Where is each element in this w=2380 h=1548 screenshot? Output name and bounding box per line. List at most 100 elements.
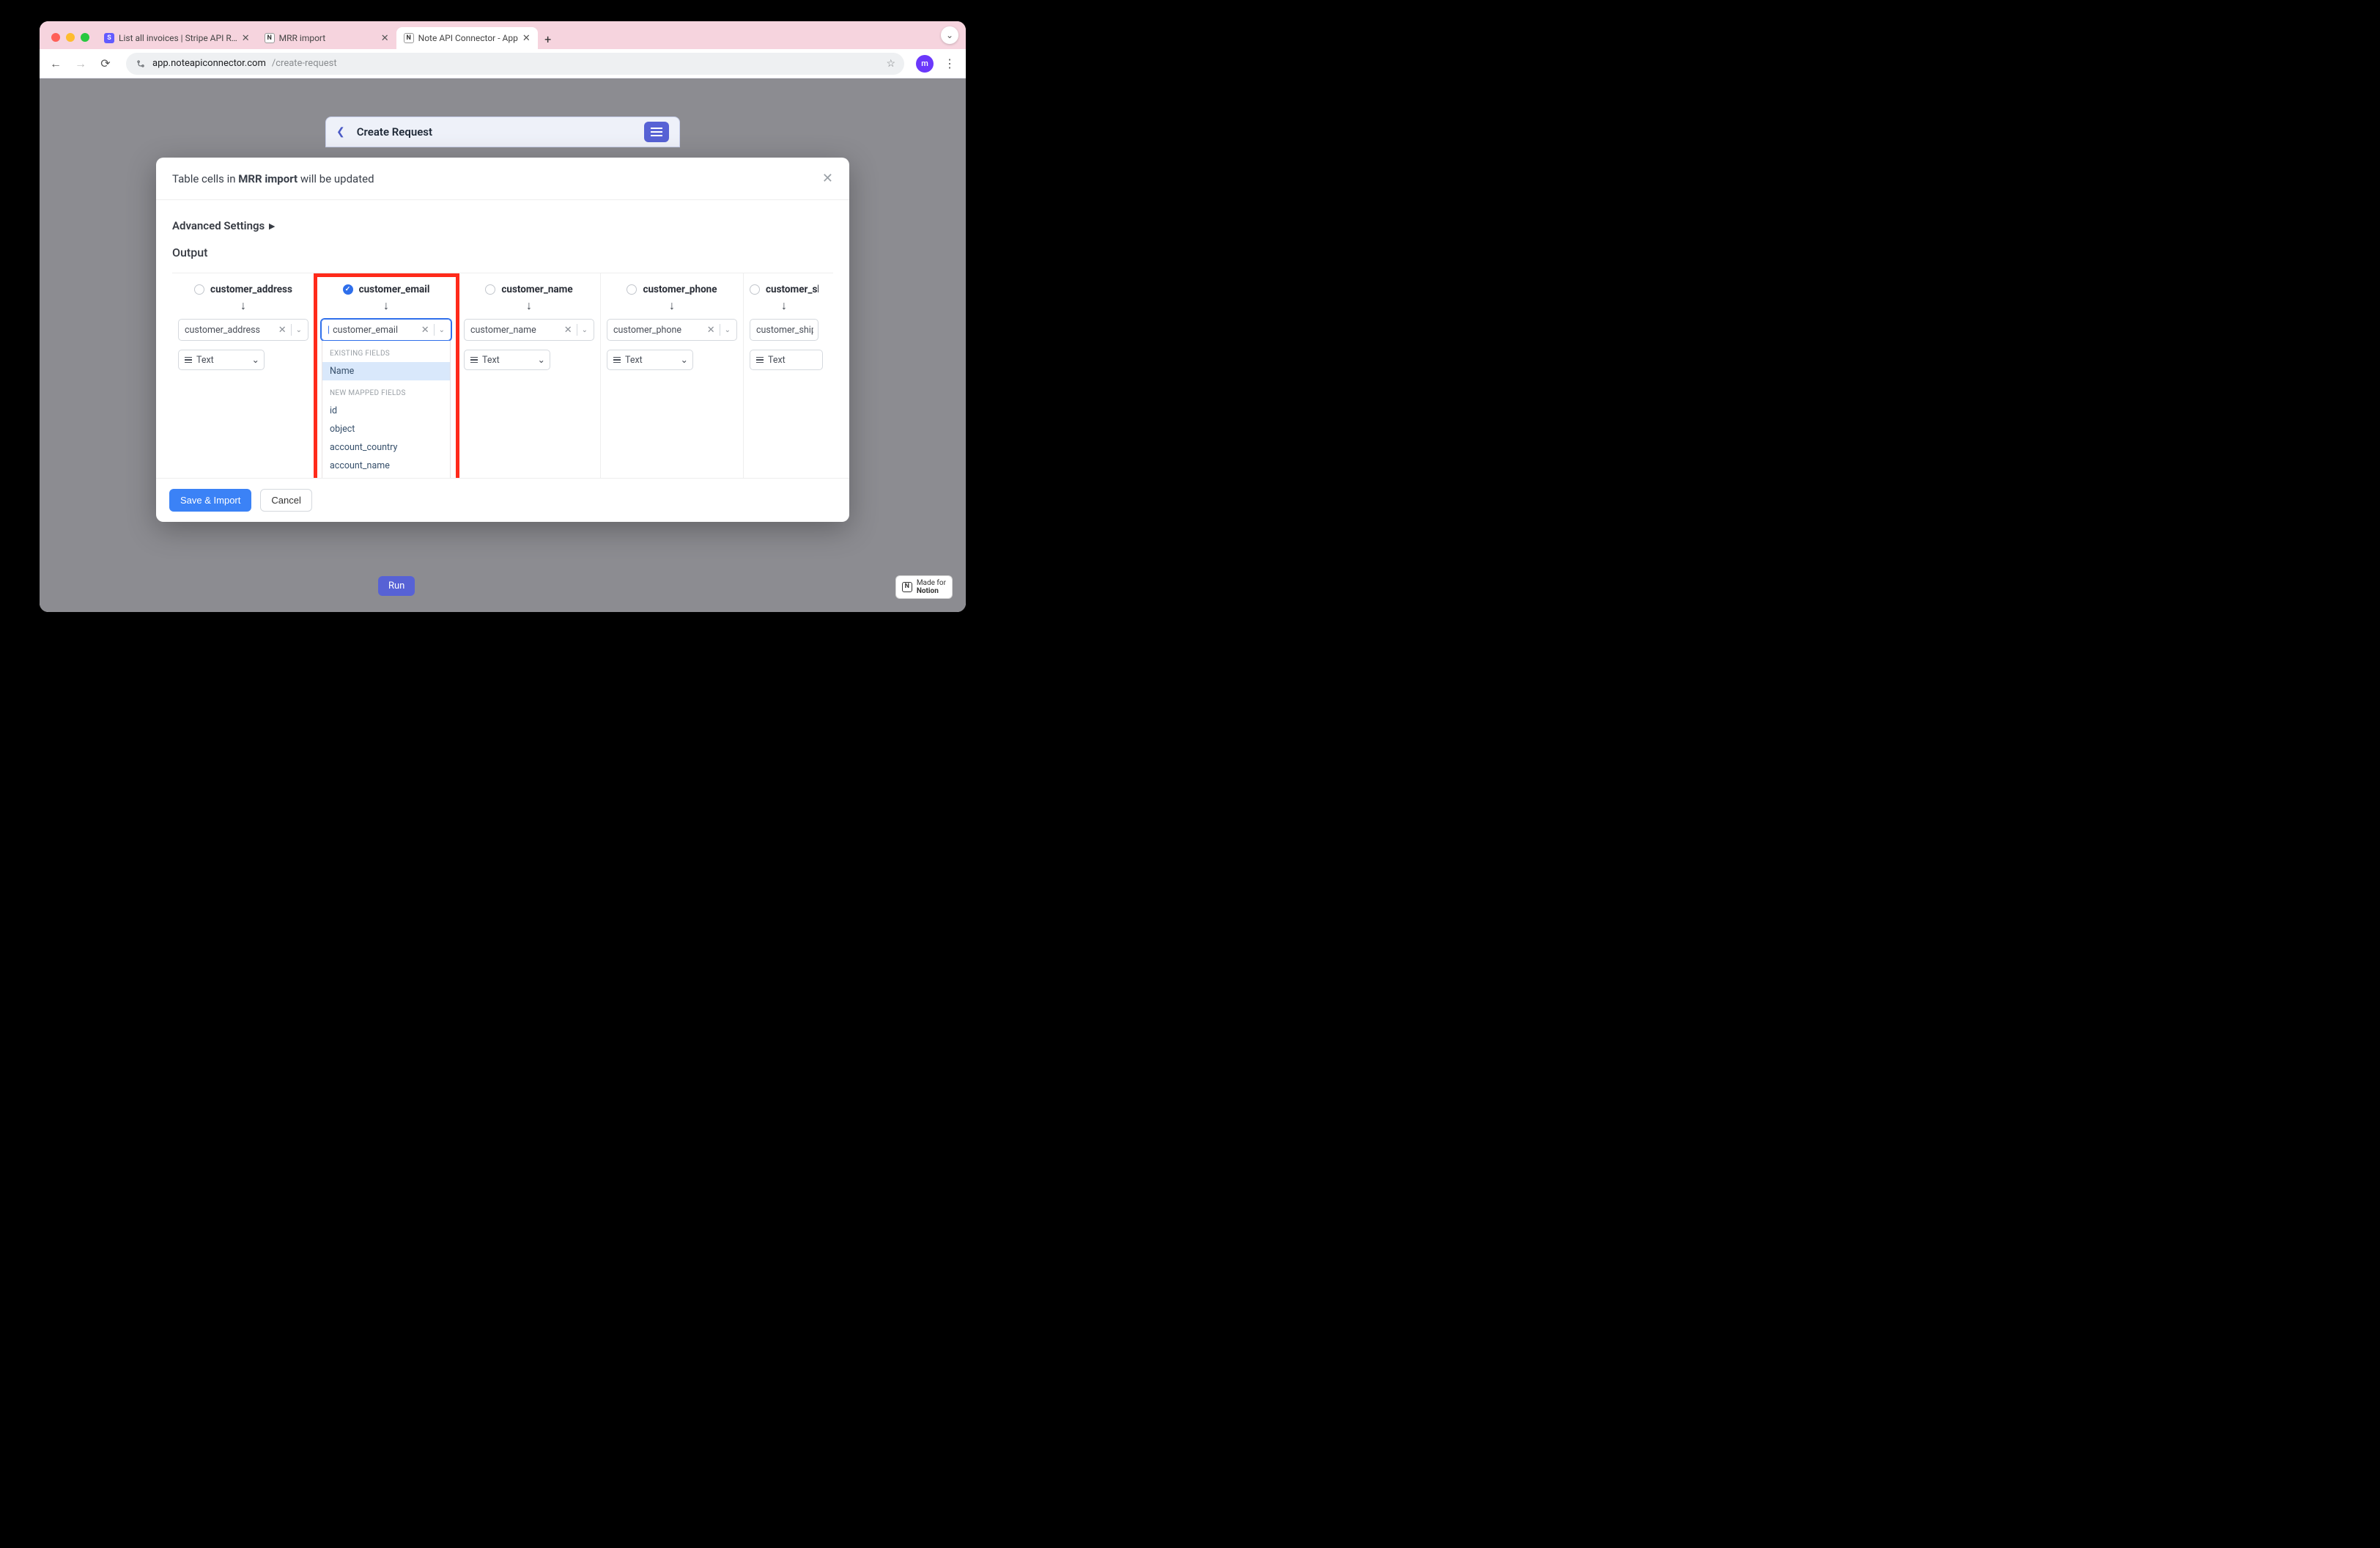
save-import-button[interactable]: Save & Import [169,489,251,512]
clear-icon[interactable]: ✕ [420,325,431,336]
column-customer-phone: customer_phone ↓ customer_phone ✕ ⌄ Text [601,273,744,478]
close-window[interactable] [51,33,60,42]
notion-icon: N [902,582,912,592]
column-checkbox[interactable] [194,284,204,295]
arrow-down-icon: ↓ [750,298,818,313]
clear-icon[interactable]: ✕ [563,325,574,336]
browser-tab-bar: S List all invoices | Stripe API R… ✕ N … [40,21,966,49]
column-name: customer_phone [643,284,717,295]
tab-title: Note API Connector - App [418,33,518,43]
text-type-icon [756,357,764,364]
app-surface: ❮ Create Request Run N Made forNotion Ta… [40,78,966,612]
dropdown-item[interactable]: account_tax_ids [322,475,450,478]
chevron-down-icon[interactable]: ⌄ [580,326,589,334]
column-checkbox[interactable] [485,284,495,295]
chevron-down-icon[interactable]: ⌄ [723,326,732,334]
forward-button[interactable]: → [72,56,89,71]
clear-icon[interactable]: ✕ [277,325,288,336]
field-dropdown: EXISTING FIELDS Name NEW MAPPED FIELDS i… [322,341,451,478]
column-checkbox[interactable] [627,284,637,295]
dropdown-item[interactable]: account_name [322,457,450,475]
chevron-down-icon[interactable]: ⌄ [252,354,259,366]
made-for-notion-badge[interactable]: N Made forNotion [895,575,953,599]
modal-title-suffix: will be updated [298,172,374,185]
dropdown-item-name[interactable]: Name [322,362,450,380]
tab-note-api-connector[interactable]: N Note API Connector - App ✕ [396,27,538,49]
url-path: /create-request [272,58,337,69]
text-type-icon [185,357,192,364]
tab-title: List all invoices | Stripe API R… [119,33,237,43]
chevron-right-icon: ▸ [269,219,275,232]
minimize-window[interactable] [66,33,75,42]
tab-overflow-button[interactable]: ⌄ [941,26,958,44]
column-checkbox[interactable] [343,284,353,295]
modal-header: Table cells in MRR import will be update… [156,158,849,200]
type-select[interactable]: Text [750,350,823,370]
arrow-down-icon: ↓ [607,298,737,313]
window-controls [47,33,97,49]
advanced-settings-toggle[interactable]: Advanced Settings ▸ [172,219,833,232]
output-label: Output [172,246,833,259]
field-select[interactable]: customer_address ✕ ⌄ [178,319,308,341]
page-header: ❮ Create Request [325,117,680,147]
dropdown-section-existing: EXISTING FIELDS [322,341,450,362]
page-title: Create Request [357,125,432,139]
arrow-down-icon: ↓ [178,298,308,313]
new-tab-button[interactable]: + [538,29,558,49]
close-modal-button[interactable]: ✕ [822,171,833,186]
page-back-button[interactable]: ❮ [336,126,345,138]
chevron-down-icon[interactable]: ⌄ [538,354,545,366]
browser-menu-icon[interactable]: ⋮ [941,56,958,70]
run-button[interactable]: Run [378,576,415,596]
column-customer-name: customer_name ↓ customer_name ✕ ⌄ Text [458,273,601,478]
bookmark-icon[interactable]: ☆ [886,58,895,70]
column-mapping-row: customer_address ↓ customer_address ✕ ⌄ … [172,273,833,478]
close-tab-icon[interactable]: ✕ [522,33,531,44]
tab-stripe[interactable]: S List all invoices | Stripe API R… ✕ [97,27,257,49]
column-customer-shipping: customer_shippi ↓ customer_shippi Text [744,273,824,478]
close-tab-icon[interactable]: ✕ [242,33,250,44]
dropdown-section-new: NEW MAPPED FIELDS [322,380,450,402]
text-type-icon [613,357,621,364]
column-customer-email: customer_email ↓ | customer_email ✕ ⌄ EX… [315,273,458,478]
field-select[interactable]: | customer_email ✕ ⌄ EXISTING FIELDS Nam… [321,319,451,341]
page-menu-button[interactable] [644,122,669,142]
url-host: app.noteapiconnector.com [152,58,266,69]
maximize-window[interactable] [81,33,89,42]
dropdown-item[interactable]: id [322,402,450,420]
dropdown-item[interactable]: account_country [322,438,450,457]
chevron-down-icon[interactable]: ⌄ [681,354,688,366]
dropdown-item[interactable]: object [322,420,450,438]
modal-title-prefix: Table cells in [172,172,238,185]
import-modal: Table cells in MRR import will be update… [156,158,849,522]
site-info-icon[interactable] [135,58,147,70]
type-select[interactable]: Text ⌄ [607,350,693,370]
arrow-down-icon: ↓ [321,298,451,313]
tab-title: MRR import [279,33,326,43]
cancel-button[interactable]: Cancel [260,489,311,512]
address-bar[interactable]: app.noteapiconnector.com/create-request … [126,53,904,75]
close-tab-icon[interactable]: ✕ [381,33,389,44]
column-checkbox[interactable] [750,284,760,295]
profile-avatar[interactable]: m [916,55,934,73]
favicon-stripe: S [104,33,114,43]
field-select[interactable]: customer_phone ✕ ⌄ [607,319,737,341]
modal-footer: Save & Import Cancel [156,478,849,522]
column-name: customer_shippi [766,284,818,295]
favicon-notion: N [265,33,275,43]
type-select[interactable]: Text ⌄ [178,350,265,370]
tab-mrr-import[interactable]: N MRR import ✕ [257,27,396,49]
clear-icon[interactable]: ✕ [706,325,717,336]
column-name: customer_name [501,284,572,295]
favicon-note-api: N [404,33,414,43]
back-button[interactable]: ← [47,56,64,71]
field-select[interactable]: customer_shippi [750,319,818,341]
chevron-down-icon[interactable]: ⌄ [437,326,446,334]
reload-button[interactable]: ⟳ [97,56,114,70]
chevron-down-icon[interactable]: ⌄ [295,326,303,334]
type-select[interactable]: Text ⌄ [464,350,550,370]
browser-toolbar: ← → ⟳ app.noteapiconnector.com/create-re… [40,49,966,78]
field-select[interactable]: customer_name ✕ ⌄ [464,319,594,341]
text-type-icon [470,357,478,364]
arrow-down-icon: ↓ [464,298,594,313]
